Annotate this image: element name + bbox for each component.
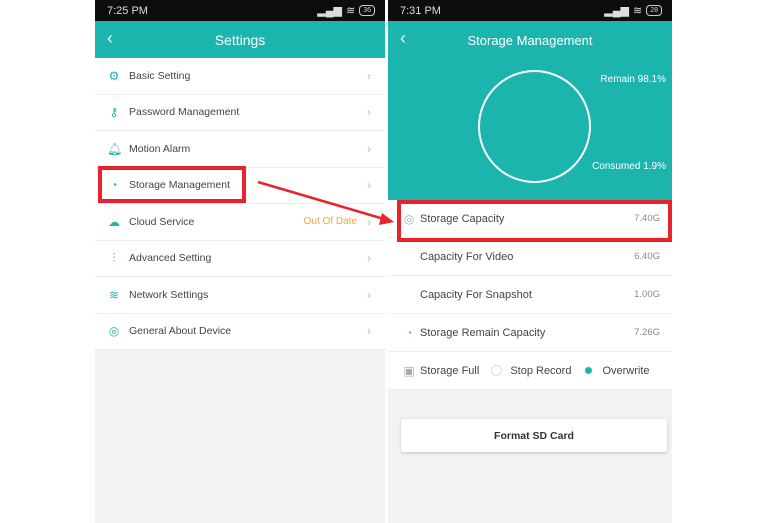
arrow-annotation [257, 180, 394, 225]
